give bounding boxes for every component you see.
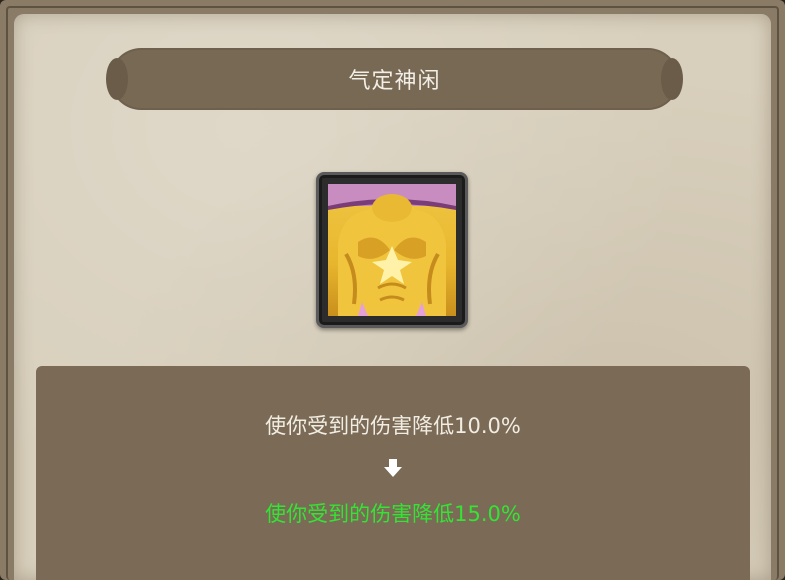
effect-upgraded-text: 使你受到的伤害降低15.0% xyxy=(265,502,521,526)
golden-muscular-torso-icon xyxy=(328,184,456,316)
skill-icon-frame xyxy=(316,172,468,328)
skill-title: 气定神闲 xyxy=(348,69,441,94)
effect-current-text: 使你受到的伤害降低10.0% xyxy=(265,414,521,438)
title-banner: 气定神闲 xyxy=(106,50,683,108)
down-arrow-icon xyxy=(384,459,402,477)
description-panel: 使你受到的伤害降低10.0% 使你受到的伤害降低15.0% xyxy=(36,366,750,580)
